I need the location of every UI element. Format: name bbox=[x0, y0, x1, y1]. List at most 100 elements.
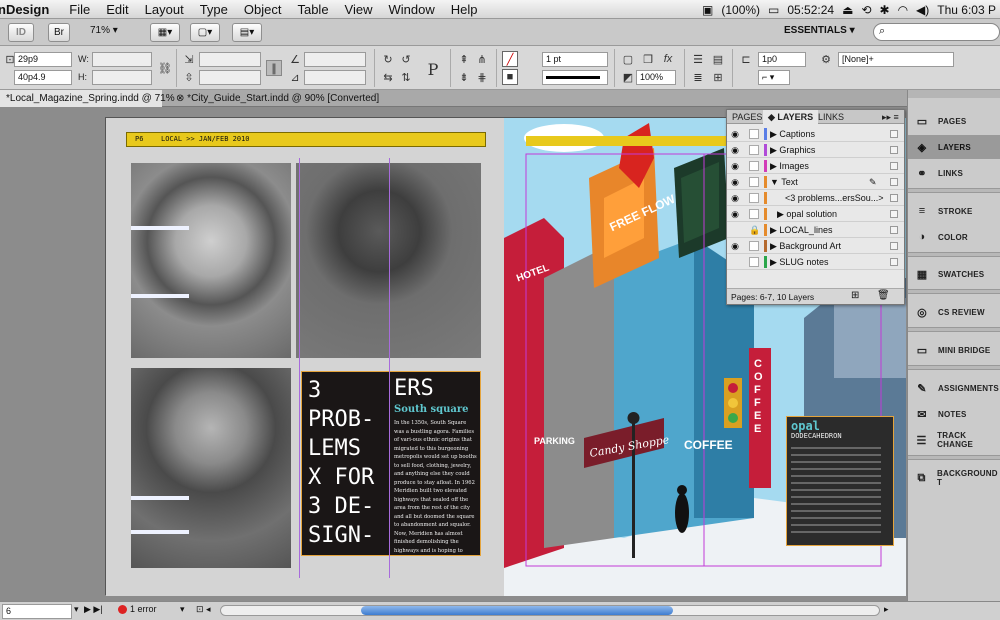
scroll-right-icon[interactable]: ▸ bbox=[884, 604, 889, 615]
x-position-field[interactable]: 29p9 bbox=[14, 52, 72, 67]
tab-local-magazine[interactable]: *Local_Magazine_Spring.indd @ 71% bbox=[0, 90, 175, 107]
dock-stroke[interactable]: ≡ STROKE bbox=[908, 199, 1000, 223]
visibility-icon[interactable] bbox=[730, 257, 740, 267]
page-number-field[interactable]: 6 bbox=[2, 604, 72, 619]
opacity-field[interactable]: 100% bbox=[636, 70, 676, 85]
dock-pages[interactable]: ▭ PAGES bbox=[908, 109, 1000, 133]
header-bar[interactable]: P6 LOCAL >> JAN/FEB 2010 bbox=[126, 132, 486, 147]
drop-shadow-icon[interactable]: ▢ bbox=[620, 51, 636, 67]
visibility-icon[interactable]: ◉ bbox=[730, 241, 740, 251]
distribute-icon[interactable]: ⊞ bbox=[710, 69, 726, 85]
search-input[interactable]: ⌕ bbox=[873, 23, 1000, 41]
lock-toggle[interactable] bbox=[749, 177, 759, 187]
menu-type[interactable]: Type bbox=[192, 2, 236, 17]
visibility-icon[interactable]: ◉ bbox=[730, 129, 740, 139]
layer-row[interactable]: ◉ ▶ Background Art bbox=[727, 238, 904, 254]
menu-layout[interactable]: Layout bbox=[137, 2, 192, 17]
layers-panel[interactable]: PAGES ◆ LAYERS LINKS ▸▸ ≡ ◉ ▶ Captions ◉… bbox=[726, 109, 905, 305]
select-square[interactable] bbox=[890, 130, 898, 138]
preflight-menu-icon[interactable]: ▾ bbox=[180, 604, 185, 615]
shadow-icon[interactable]: ❒ bbox=[640, 51, 656, 67]
menu-table[interactable]: Table bbox=[289, 2, 336, 17]
select-square[interactable] bbox=[890, 178, 898, 186]
scale-x-icon[interactable]: ⇲ bbox=[181, 51, 197, 67]
visibility-icon[interactable]: ◉ bbox=[730, 177, 740, 187]
bluetooth-icon[interactable]: ✱ bbox=[880, 3, 890, 17]
wifi-icon[interactable]: ◠ bbox=[898, 3, 908, 17]
rotate-cw-icon[interactable]: ↻ bbox=[380, 51, 396, 67]
select-next-icon[interactable]: ⋕ bbox=[474, 69, 490, 85]
select-square[interactable] bbox=[890, 162, 898, 170]
scrollbar-thumb[interactable] bbox=[361, 606, 673, 615]
battery-icon[interactable]: ▭ bbox=[768, 3, 779, 17]
visibility-icon[interactable]: ◉ bbox=[730, 161, 740, 171]
lock-toggle[interactable] bbox=[749, 145, 759, 155]
layer-row[interactable]: ◉ ▶ opal solution bbox=[727, 206, 904, 222]
bridge-button[interactable]: Br bbox=[48, 23, 70, 42]
layer-row[interactable]: ▶ SLUG notes bbox=[727, 254, 904, 270]
lock-toggle[interactable] bbox=[749, 193, 759, 203]
new-layer-icon[interactable]: ⊞ bbox=[851, 290, 859, 301]
trash-icon[interactable]: 🗑 bbox=[877, 290, 890, 301]
arrange-documents-button[interactable]: ▤▾ bbox=[232, 23, 262, 42]
view-options-button[interactable]: ▦▾ bbox=[150, 23, 180, 42]
offset-icon[interactable]: ⊏ bbox=[738, 51, 754, 67]
align-icon[interactable]: ≣ bbox=[690, 69, 706, 85]
close-icon[interactable]: ⊗ bbox=[176, 93, 187, 104]
select-square[interactable] bbox=[890, 210, 898, 218]
dock-mini-bridge[interactable]: ▭ MINI BRIDGE bbox=[908, 338, 1000, 362]
layer-row[interactable]: 🔒 ▶ LOCAL_lines bbox=[727, 222, 904, 238]
menu-file[interactable]: File bbox=[61, 2, 98, 17]
text-wrap-box-icon[interactable]: ▤ bbox=[710, 51, 726, 67]
eject-icon[interactable]: ⏏ bbox=[842, 3, 853, 17]
layer-row[interactable]: ◉ ▼ Text ✎ bbox=[727, 174, 904, 190]
fill-swatch-icon[interactable]: ╱ bbox=[502, 51, 518, 67]
open-document-icon[interactable]: ⊡ ◂ bbox=[196, 604, 211, 615]
constrain-proportions-icon[interactable]: ⛓ bbox=[157, 60, 173, 76]
dock-assignments[interactable]: ✎ ASSIGNMENTS bbox=[908, 376, 1000, 400]
select-square[interactable] bbox=[890, 226, 898, 234]
offset-field[interactable]: 1p0 bbox=[758, 52, 806, 67]
select-container-icon[interactable]: ⇞ bbox=[456, 51, 472, 67]
object-style-field[interactable]: [None]+ bbox=[838, 52, 954, 67]
dock-links[interactable]: ⚭ LINKS bbox=[908, 161, 1000, 185]
tab-city-guide[interactable]: ⊗ *City_Guide_Start.indd @ 90% [Converte… bbox=[170, 90, 380, 107]
select-square[interactable] bbox=[890, 242, 898, 250]
shear-field[interactable] bbox=[304, 70, 366, 85]
flip-horizontal-icon[interactable]: ⇆ bbox=[380, 69, 396, 85]
object-style-icon[interactable]: ⚙ bbox=[818, 51, 834, 67]
menu-help[interactable]: Help bbox=[443, 2, 486, 17]
dock-color[interactable]: ◑ COLOR bbox=[908, 225, 1000, 249]
menu-edit[interactable]: Edit bbox=[98, 2, 136, 17]
stroke-type-field[interactable] bbox=[542, 70, 608, 85]
lock-toggle[interactable] bbox=[749, 129, 759, 139]
flip-vertical-icon[interactable]: ⇅ bbox=[398, 69, 414, 85]
lock-toggle[interactable] bbox=[749, 257, 759, 267]
rotate-ccw-icon[interactable]: ↺ bbox=[398, 51, 414, 67]
menu-object[interactable]: Object bbox=[236, 2, 290, 17]
battery-percent[interactable]: (100%) bbox=[721, 3, 760, 17]
height-field[interactable] bbox=[92, 70, 152, 85]
layer-row[interactable]: ◉ ▶ Images bbox=[727, 158, 904, 174]
select-square[interactable] bbox=[890, 194, 898, 202]
portrait-photo-man-bald[interactable] bbox=[131, 368, 291, 568]
select-content-icon[interactable]: ⇟ bbox=[456, 69, 472, 85]
y-position-field[interactable]: 40p4.9 bbox=[14, 70, 72, 85]
menu-view[interactable]: View bbox=[337, 2, 381, 17]
lock-toggle[interactable] bbox=[749, 161, 759, 171]
volume-icon[interactable]: ◀) bbox=[916, 3, 929, 17]
layer-row[interactable]: ◉ <3 problems...ersSou...> bbox=[727, 190, 904, 206]
panel-menu-icon[interactable]: ▸▸ ≡ bbox=[877, 110, 904, 124]
zoom-level[interactable]: 71% ▾ bbox=[90, 25, 118, 36]
tab-layers[interactable]: ◆ LAYERS bbox=[763, 110, 819, 124]
rotate-field[interactable] bbox=[304, 52, 366, 67]
timer-readout[interactable]: 05:52:24 bbox=[787, 3, 834, 17]
headline-text-frame[interactable]: 3 PROB- LEMS X FOR 3 DE- SIGN- ERS South… bbox=[301, 371, 481, 556]
scale-y-field[interactable] bbox=[199, 70, 261, 85]
visibility-icon[interactable]: ◉ bbox=[730, 209, 740, 219]
portrait-photo-woman[interactable] bbox=[131, 163, 291, 358]
dock-background-tasks[interactable]: ⧉ BACKGROUND T bbox=[908, 466, 1000, 490]
workspace-switcher[interactable]: ESSENTIALS ▾ bbox=[784, 25, 855, 36]
dock-notes[interactable]: ✉ NOTES bbox=[908, 402, 1000, 426]
select-square[interactable] bbox=[890, 258, 898, 266]
